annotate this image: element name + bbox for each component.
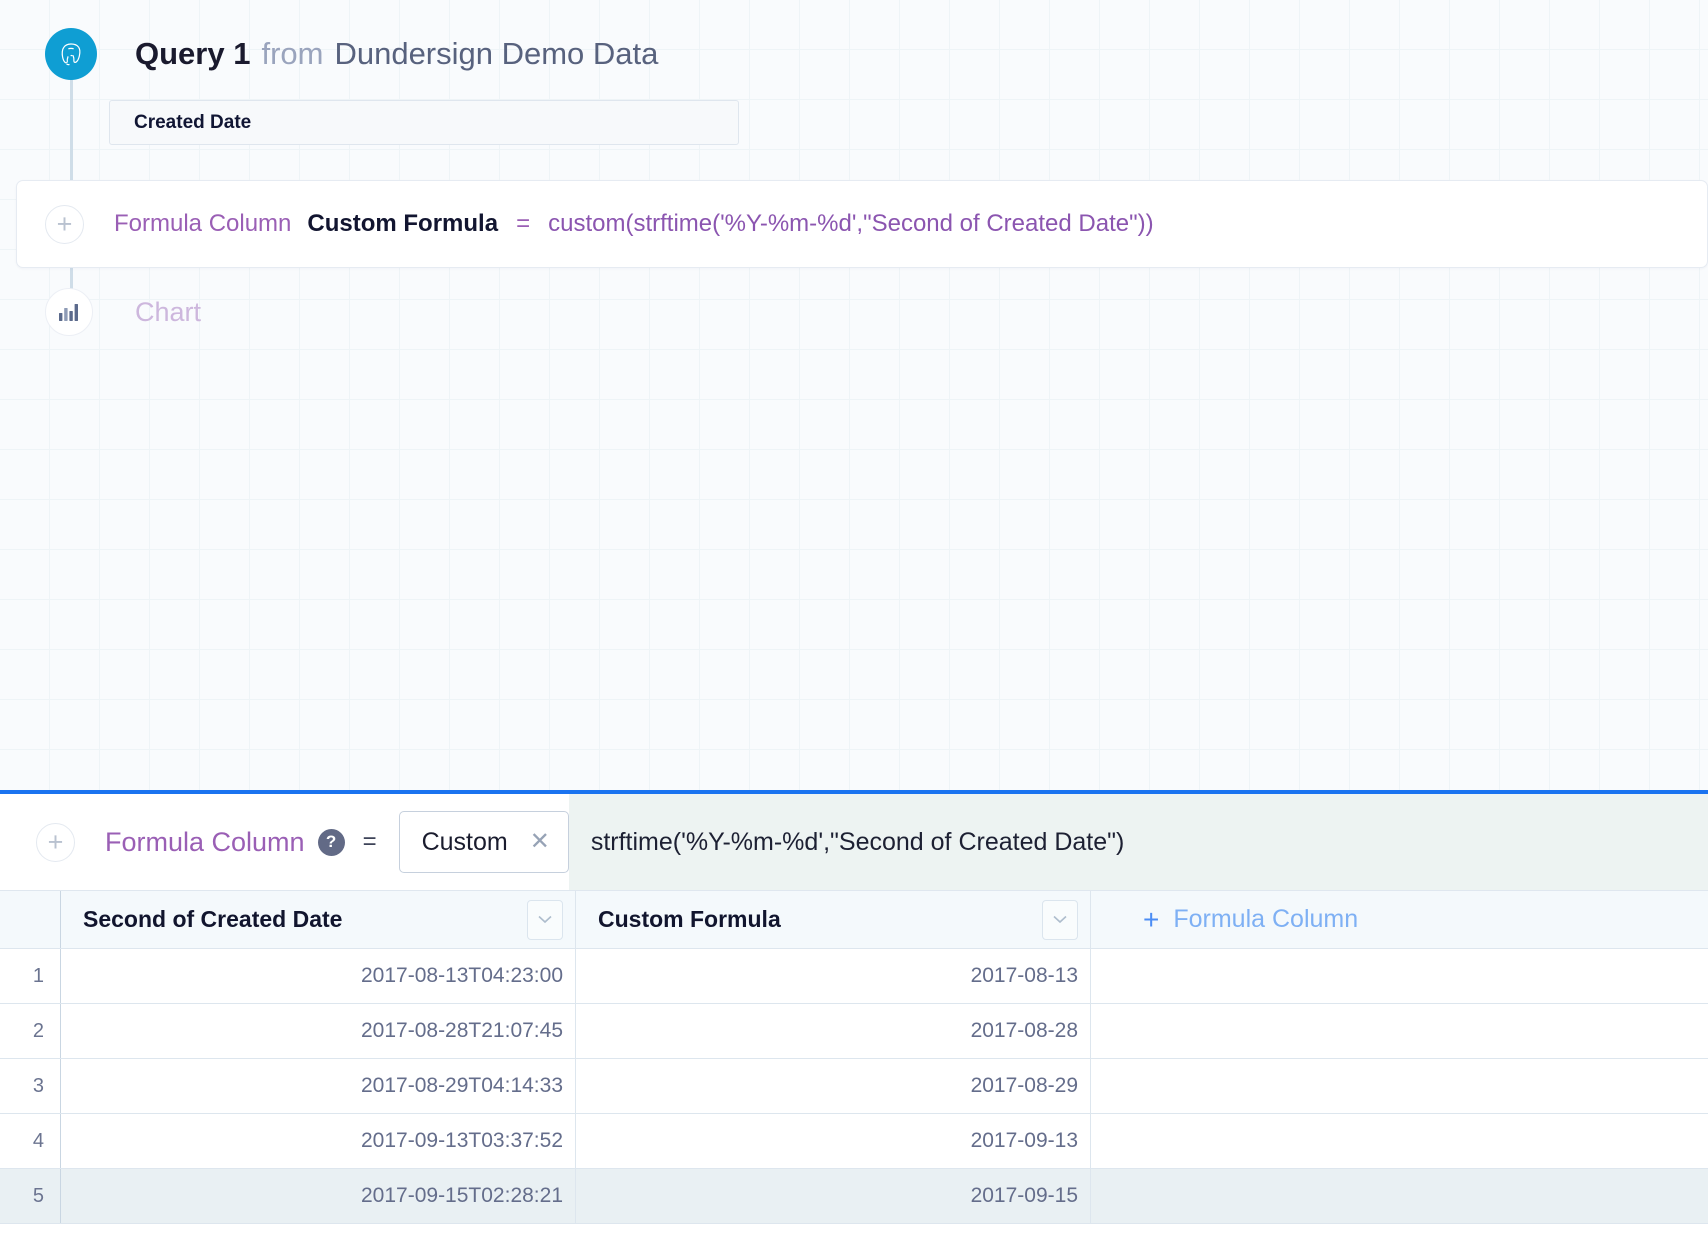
column-header-custom-formula[interactable]: Custom Formula bbox=[575, 891, 1090, 948]
cell-second-of-created-date[interactable]: 2017-08-28T21:07:45 bbox=[60, 1004, 575, 1058]
formula-card-equals: = bbox=[516, 210, 530, 238]
add-formula-column-button[interactable]: + Formula Column bbox=[1143, 905, 1358, 934]
cell-custom-formula[interactable]: 2017-08-13 bbox=[575, 949, 1090, 1003]
cell-empty bbox=[1090, 949, 1708, 1003]
pipeline-canvas: Query 1 from Dundersign Demo Data Create… bbox=[0, 0, 1708, 790]
row-index: 3 bbox=[0, 1059, 60, 1113]
cell-custom-formula[interactable]: 2017-08-29 bbox=[575, 1059, 1090, 1113]
help-icon[interactable]: ? bbox=[318, 829, 345, 856]
formula-type-pill[interactable]: Custom ✕ bbox=[399, 811, 569, 873]
cell-empty bbox=[1090, 1114, 1708, 1168]
cell-empty bbox=[1090, 1169, 1708, 1223]
chevron-down-icon[interactable] bbox=[527, 900, 563, 940]
cell-second-of-created-date[interactable]: 2017-08-29T04:14:33 bbox=[60, 1059, 575, 1113]
formula-column-card[interactable]: + Formula Column Custom Formula = custom… bbox=[16, 180, 1708, 268]
add-formula-column-cell[interactable]: + Formula Column bbox=[1090, 891, 1708, 948]
formula-card-expression: custom(strftime('%Y-%m-%d',"Second of Cr… bbox=[548, 210, 1154, 238]
row-index: 2 bbox=[0, 1004, 60, 1058]
results-table: Second of Created Date Custom Formula + bbox=[0, 890, 1708, 1224]
cell-second-of-created-date[interactable]: 2017-09-13T03:37:52 bbox=[60, 1114, 575, 1168]
column-header-label: Custom Formula bbox=[598, 906, 781, 933]
postgresql-elephant-icon bbox=[45, 28, 97, 80]
formula-editor-label: Formula Column bbox=[105, 827, 305, 858]
cell-custom-formula[interactable]: 2017-08-28 bbox=[575, 1004, 1090, 1058]
query-title: Query 1 from Dundersign Demo Data bbox=[135, 36, 658, 72]
row-index: 1 bbox=[0, 949, 60, 1003]
query-from-label: from bbox=[261, 36, 323, 72]
query-header: Query 1 from Dundersign Demo Data bbox=[0, 28, 658, 80]
add-formula-plus-icon[interactable]: + bbox=[36, 823, 75, 862]
chart-step[interactable]: Chart bbox=[45, 288, 201, 336]
pipeline-connector-upper bbox=[70, 78, 73, 190]
cell-custom-formula[interactable]: 2017-09-13 bbox=[575, 1114, 1090, 1168]
table-header-row: Second of Created Date Custom Formula + bbox=[0, 891, 1708, 949]
row-index-header bbox=[0, 891, 60, 948]
table-row[interactable]: 2 2017-08-28T21:07:45 2017-08-28 bbox=[0, 1004, 1708, 1059]
bar-chart-icon bbox=[45, 288, 93, 336]
cell-empty bbox=[1090, 1004, 1708, 1058]
column-header-label: Second of Created Date bbox=[83, 906, 342, 933]
created-date-field[interactable]: Created Date bbox=[109, 100, 739, 145]
row-index: 4 bbox=[0, 1114, 60, 1168]
formula-editor-bar: + Formula Column ? = Custom ✕ strftime('… bbox=[0, 794, 1708, 890]
add-step-plus-icon[interactable]: + bbox=[45, 205, 84, 244]
created-date-value: Created Date bbox=[134, 112, 251, 134]
formula-card-name: Custom Formula bbox=[307, 210, 498, 238]
formula-expression-input[interactable]: strftime('%Y-%m-%d',"Second of Created D… bbox=[569, 794, 1708, 890]
add-formula-column-label: Formula Column bbox=[1173, 905, 1358, 934]
table-row[interactable]: 5 2017-09-15T02:28:21 2017-09-15 bbox=[0, 1169, 1708, 1224]
close-icon[interactable]: ✕ bbox=[530, 830, 550, 854]
formula-type-label: Custom bbox=[422, 828, 508, 857]
cell-second-of-created-date[interactable]: 2017-09-15T02:28:21 bbox=[60, 1169, 575, 1223]
cell-empty bbox=[1090, 1059, 1708, 1113]
query-source-name[interactable]: Dundersign Demo Data bbox=[334, 36, 658, 72]
table-row[interactable]: 4 2017-09-13T03:37:52 2017-09-13 bbox=[0, 1114, 1708, 1169]
table-row[interactable]: 1 2017-08-13T04:23:00 2017-08-13 bbox=[0, 949, 1708, 1004]
plus-icon: + bbox=[1143, 906, 1159, 934]
chevron-down-icon[interactable] bbox=[1042, 900, 1078, 940]
column-header-second-of-created-date[interactable]: Second of Created Date bbox=[60, 891, 575, 948]
formula-editor-panel: + Formula Column ? = Custom ✕ strftime('… bbox=[0, 790, 1708, 1260]
cell-custom-formula[interactable]: 2017-09-15 bbox=[575, 1169, 1090, 1223]
row-index: 5 bbox=[0, 1169, 60, 1223]
formula-editor-equals: = bbox=[363, 828, 377, 856]
query-name[interactable]: Query 1 bbox=[135, 36, 250, 72]
cell-second-of-created-date[interactable]: 2017-08-13T04:23:00 bbox=[60, 949, 575, 1003]
table-row[interactable]: 3 2017-08-29T04:14:33 2017-08-29 bbox=[0, 1059, 1708, 1114]
chart-step-label: Chart bbox=[135, 297, 201, 328]
formula-card-label: Formula Column bbox=[114, 210, 291, 238]
